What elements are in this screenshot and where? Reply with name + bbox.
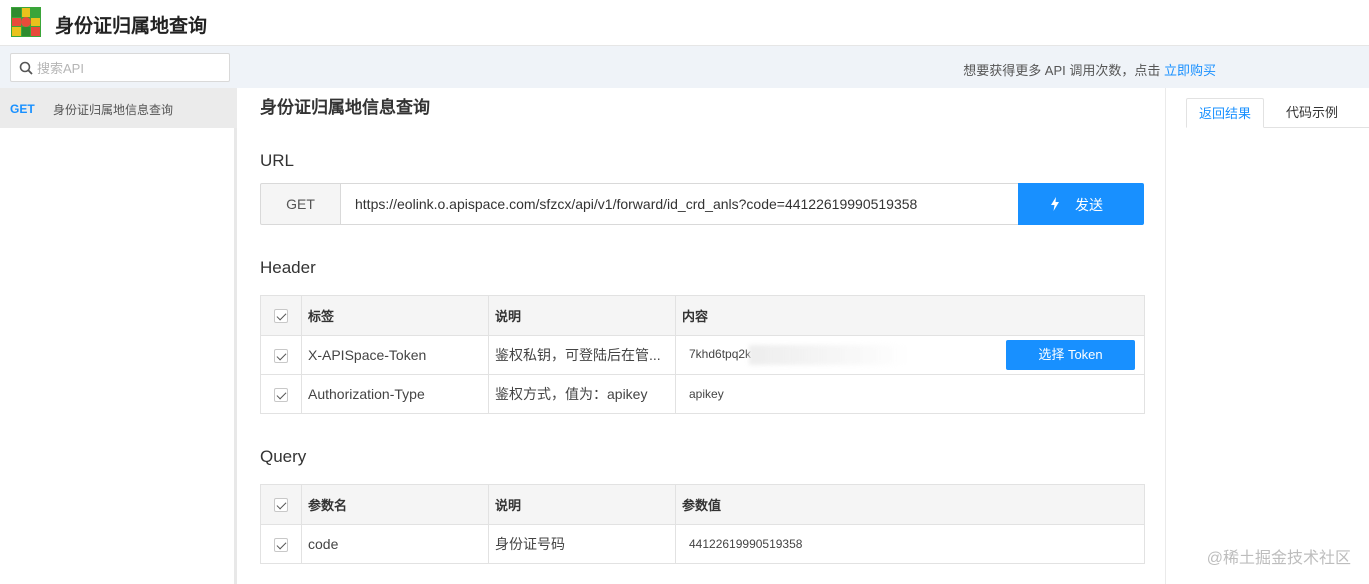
column-header: 说明 [488,484,676,525]
table-header-row: 参数名 说明 参数值 [260,484,1145,525]
api-sidebar: GET 身份证归属地信息查询 [0,88,237,584]
column-header: 参数值 [675,484,1145,525]
param-name[interactable]: X-APISpace-Token [301,335,489,375]
select-all-checkbox[interactable] [274,498,288,513]
promo-text: 想要获得更多 API 调用次数，点击 立即购买 [963,60,1216,79]
row-check-cell [260,524,302,564]
send-label: 发送 [1075,197,1103,213]
tab-code-example[interactable]: 代码示例 [1268,98,1356,128]
column-header: 标签 [301,295,489,336]
row-check-cell [260,335,302,375]
sidebar-item-id-location[interactable]: GET 身份证归属地信息查询 [0,88,237,128]
table-row: code 身份证号码 44122619990519358 [260,524,1145,564]
send-button[interactable]: 发送 [1018,183,1144,225]
column-header: 说明 [488,295,676,336]
header-table: 标签 说明 内容 X-APISpace-Token 鉴权私钥，可登陆后在管...… [260,295,1145,414]
search-icon [19,61,33,75]
url-input[interactable]: https://eolink.o.apispace.com/sfzcx/api/… [340,183,1019,225]
param-name[interactable]: code [301,524,489,564]
token-value[interactable]: 7khd6tpq2k [689,347,751,361]
param-value[interactable]: apikey [675,374,1145,414]
top-header: 身份证归属地查询 [0,0,1369,46]
query-section-title: Query [260,447,307,466]
right-panel: 返回结果 代码示例 [1165,88,1369,584]
row-checkbox[interactable] [274,349,288,364]
app-title: 身份证归属地查询 [55,16,208,37]
select-token-button[interactable]: 选择 Token [1006,340,1135,370]
search-box[interactable] [10,53,230,82]
page-title: 身份证归属地信息查询 [260,98,430,117]
method-select[interactable]: GET [260,183,341,225]
select-all-cell [260,295,302,336]
buy-now-link[interactable]: 立即购买 [1164,63,1216,78]
column-header: 内容 [675,295,1145,336]
select-all-checkbox[interactable] [274,309,288,324]
table-row: Authorization-Type 鉴权方式，值为：apikey apikey [260,374,1145,414]
redaction-mask [749,345,910,365]
method-badge: GET [10,102,35,116]
row-checkbox[interactable] [274,538,288,553]
param-desc: 身份证号码 [488,524,676,564]
column-header: 参数名 [301,484,489,525]
watermark: @稀土掘金技术社区 [1206,550,1351,567]
row-checkbox[interactable] [274,388,288,403]
param-desc: 鉴权方式，值为：apikey [488,374,676,414]
url-row: GET https://eolink.o.apispace.com/sfzcx/… [260,183,1144,225]
table-row: X-APISpace-Token 鉴权私钥，可登陆后在管... 7khd6tpq… [260,335,1145,375]
search-bar-row: 想要获得更多 API 调用次数，点击 立即购买 [0,46,1369,88]
app-logo-icon [11,7,41,37]
param-value[interactable]: 44122619990519358 [675,524,1145,564]
param-desc: 鉴权私钥，可登陆后在管... [488,335,676,375]
url-section-title: URL [260,151,295,170]
result-tabs: 返回结果 代码示例 [1186,98,1369,128]
query-table: 参数名 说明 参数值 code 身份证号码 44122619990519358 [260,484,1145,564]
header-section-title: Header [260,258,316,277]
sidebar-item-label: 身份证归属地信息查询 [53,103,174,117]
param-name[interactable]: Authorization-Type [301,374,489,414]
main-content: 身份证归属地信息查询 URL GET https://eolink.o.apis… [240,88,1165,584]
select-all-cell [260,484,302,525]
row-check-cell [260,374,302,414]
tab-result[interactable]: 返回结果 [1186,98,1264,128]
lightning-icon [1051,197,1059,211]
promo-message: 想要获得更多 API 调用次数，点击 [963,63,1164,78]
search-input[interactable] [37,58,222,78]
table-header-row: 标签 说明 内容 [260,295,1145,336]
param-value-cell: 7khd6tpq2k 选择 Token [675,335,1145,375]
